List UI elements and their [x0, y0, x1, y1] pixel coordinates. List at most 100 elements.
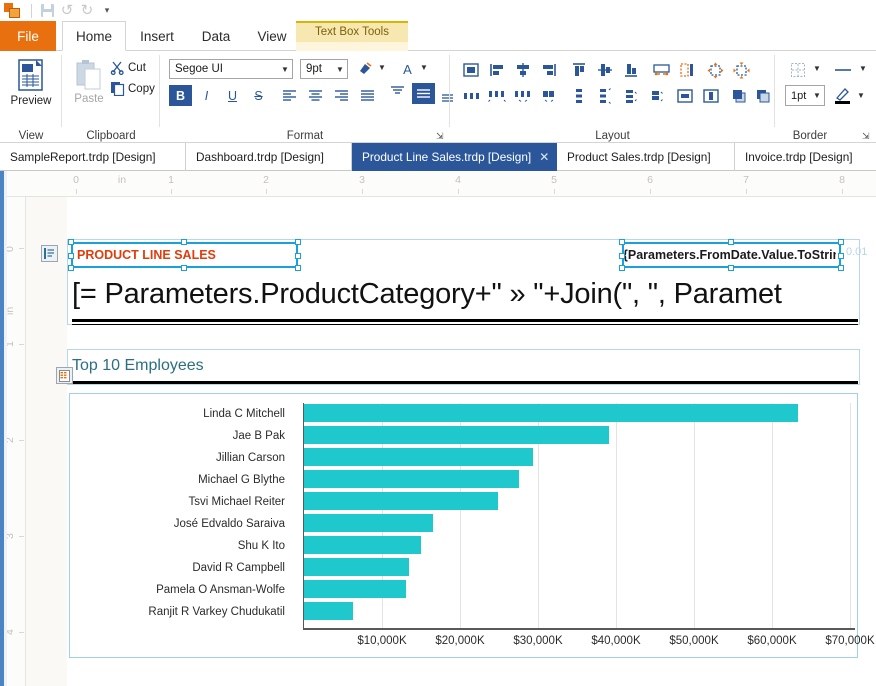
ribbon-tab-home[interactable]: Home [62, 21, 126, 51]
doc-tab-dashboard[interactable]: Dashboard.trdp [Design] [186, 143, 352, 171]
customize-qat-button[interactable]: ▾ [97, 2, 117, 20]
align-center-button[interactable] [304, 85, 327, 106]
align-left-button[interactable] [278, 85, 301, 106]
redo-button[interactable]: ↻ [77, 2, 97, 20]
doc-tab-product-line-sales[interactable]: Product Line Sales.trdp [Design] ✕ [352, 143, 557, 171]
align-lefts-button[interactable] [484, 59, 510, 81]
chart-bar[interactable] [304, 580, 406, 598]
align-justify-button[interactable] [356, 85, 379, 106]
select-all-icon [463, 63, 479, 77]
paste-button[interactable]: Paste [66, 59, 112, 105]
align-middles-button[interactable] [592, 59, 618, 81]
border-dialog-launcher[interactable]: ⇲ [862, 131, 872, 141]
chart-category-label: Linda C Mitchell [203, 408, 285, 420]
preview-button[interactable]: Preview [2, 59, 60, 107]
bring-to-front-button[interactable] [726, 85, 752, 107]
ribbon-tab-data[interactable]: Data [188, 21, 244, 51]
table-gutter-icon[interactable] [56, 367, 73, 384]
ribbon-tab-insert[interactable]: Insert [126, 21, 188, 51]
border-width-combo[interactable]: 1pt ▼ [785, 85, 825, 106]
chart-bar[interactable] [304, 558, 409, 576]
chart-x-tick-label: $40,000K [591, 635, 641, 647]
border-style-dropdown[interactable]: ▼ [813, 64, 821, 73]
decrease-horizontal-spacing-button[interactable] [510, 85, 536, 107]
align-rights-button[interactable] [536, 59, 562, 81]
copy-button[interactable]: Copy [110, 81, 155, 96]
increase-vertical-spacing-button[interactable] [592, 85, 618, 107]
doc-tab-invoice[interactable]: Invoice.trdp [Design] [735, 143, 876, 171]
border-line-style-button[interactable] [830, 59, 856, 81]
chevron-down-icon: ▼ [813, 91, 821, 100]
font-family-combo[interactable]: Segoe UI ▼ [169, 59, 293, 79]
design-canvas[interactable]: PRODUCT LINE SALES {Parameters.FromDate.… [26, 197, 876, 686]
subtitle-expression-textbox[interactable]: [= Parameters.ProductCategory+" » "+Join… [72, 273, 858, 315]
remove-vertical-spacing-button[interactable] [644, 85, 670, 107]
chart-bar[interactable] [304, 602, 353, 620]
chart-bar[interactable] [304, 536, 421, 554]
close-icon[interactable]: ✕ [539, 150, 549, 164]
chart-bar[interactable] [304, 470, 519, 488]
make-horizontal-spacing-equal-button[interactable] [458, 85, 484, 107]
size-to-grid-button[interactable] [702, 59, 728, 81]
highlight-color-dropdown[interactable]: ▼ [378, 63, 386, 72]
save-button[interactable] [37, 2, 57, 20]
font-color-button[interactable]: A [398, 60, 417, 78]
title-textbox[interactable]: PRODUCT LINE SALES [72, 243, 297, 267]
ribbon-tab-file[interactable]: File [0, 21, 56, 51]
align-centers-button[interactable] [510, 59, 536, 81]
align-right-button[interactable] [330, 85, 353, 106]
border-color-dropdown[interactable]: ▼ [857, 91, 865, 100]
border-color-button[interactable] [831, 85, 853, 106]
chart-x-tick-label: $30,000K [513, 635, 563, 647]
highlight-color-button[interactable] [356, 60, 375, 78]
border-line-style-dropdown[interactable]: ▼ [859, 64, 867, 73]
border-color-icon [834, 88, 850, 104]
align-bottoms-button[interactable] [618, 59, 644, 81]
bold-label: B [175, 88, 186, 103]
increase-horizontal-spacing-button[interactable] [484, 85, 510, 107]
align-top-button[interactable] [386, 83, 409, 96]
make-same-height-button[interactable] [674, 59, 700, 81]
align-middle-button[interactable] [412, 83, 435, 104]
cut-button[interactable]: Cut [110, 60, 146, 75]
section-rule [72, 381, 858, 384]
send-to-back-button[interactable] [750, 85, 776, 107]
bold-button[interactable]: B [169, 85, 192, 106]
size-to-content-button[interactable] [728, 59, 754, 81]
remove-horizontal-spacing-button[interactable] [536, 85, 562, 107]
font-color-dropdown[interactable]: ▼ [420, 63, 428, 72]
strikethrough-button[interactable]: S [247, 85, 270, 106]
format-dialog-launcher[interactable]: ⇲ [436, 131, 446, 141]
chart-bar[interactable] [304, 404, 798, 422]
undo-button[interactable]: ↺ [57, 2, 77, 20]
make-vertical-spacing-equal-button[interactable] [566, 85, 592, 107]
section-title-textbox[interactable]: Top 10 Employees [72, 353, 858, 378]
align-center-icon [309, 90, 322, 101]
chart-bar[interactable] [304, 514, 433, 532]
textbox-gutter-icon[interactable] [41, 245, 58, 262]
doc-tab-product-sales[interactable]: Product Sales.trdp [Design] [557, 143, 735, 171]
center-horizontally-button[interactable] [672, 85, 698, 107]
horizontal-ruler[interactable]: 0 in 1 2 3 4 5 6 7 8 [0, 171, 876, 197]
underline-button[interactable]: U [221, 85, 244, 106]
chart-bar[interactable] [304, 426, 609, 444]
font-size-combo[interactable]: 9pt ▼ [300, 59, 348, 79]
decrease-vertical-spacing-button[interactable] [618, 85, 644, 107]
italic-button[interactable]: I [195, 85, 218, 106]
align-tops-button[interactable] [566, 59, 592, 81]
paste-icon [76, 60, 101, 90]
date-textbox[interactable]: {Parameters.FromDate.Value.ToString [623, 243, 840, 267]
make-same-width-button[interactable] [648, 59, 674, 81]
select-all-button[interactable] [458, 59, 484, 81]
top-10-employees-chart[interactable]: Linda C Mitchell Jae B Pak Jillian Carso… [69, 393, 875, 658]
chart-x-axis [303, 628, 855, 630]
ribbon-tab-view[interactable]: View [244, 21, 300, 51]
center-horizontally-icon [677, 89, 693, 103]
doc-tab-samplereport[interactable]: SampleReport.trdp [Design] [0, 143, 186, 171]
center-vertically-button[interactable] [698, 85, 724, 107]
border-style-button[interactable] [785, 59, 811, 81]
chart-bar[interactable] [304, 492, 498, 510]
canvas-left-gutter [4, 171, 7, 686]
report-page[interactable]: PRODUCT LINE SALES {Parameters.FromDate.… [67, 197, 876, 686]
chart-bar[interactable] [304, 448, 533, 466]
